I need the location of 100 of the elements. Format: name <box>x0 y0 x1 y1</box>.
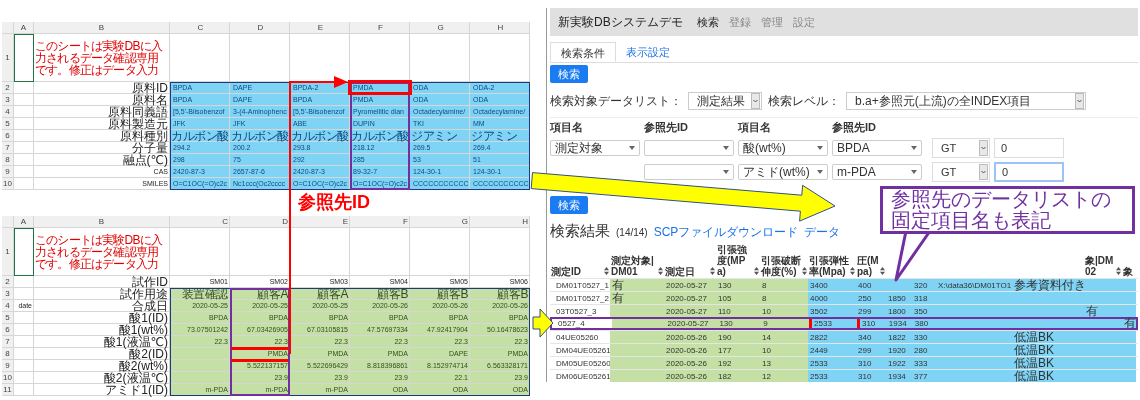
table-cell-text: 03T0527_3 <box>555 305 598 317</box>
corner-cell[interactable] <box>2 216 14 228</box>
row-number[interactable]: 4 <box>2 300 14 312</box>
sheet-cell <box>14 324 34 336</box>
sort-icon[interactable] <box>658 267 663 275</box>
dropdown[interactable]: GT <box>932 138 990 158</box>
column-header[interactable]: F <box>350 22 410 34</box>
row-number[interactable]: 6 <box>2 130 14 142</box>
column-header[interactable]: 象 <box>1123 266 1135 277</box>
sort-icon[interactable] <box>1116 267 1121 275</box>
column-header[interactable]: B <box>34 22 170 34</box>
table-row[interactable]: DM05UE05260 2020-05-26 192 13 2533 310 1922 333 低温BK <box>550 356 1138 369</box>
sheet-cell: 酸1(液温℃) <box>34 336 170 348</box>
value-field[interactable]: 0 <box>994 138 1064 158</box>
sort-icon[interactable] <box>604 267 609 275</box>
row-number[interactable]: 9 <box>2 166 14 178</box>
table-cell: 182 <box>716 370 760 382</box>
sort-icon[interactable] <box>850 267 855 275</box>
dropdown[interactable]: 測定結果 <box>688 92 762 110</box>
row-number[interactable]: 8 <box>2 154 14 166</box>
dropdown[interactable]: m-PDA <box>832 164 922 180</box>
column-header[interactable]: 引張強度(MPa) <box>717 244 753 277</box>
sheet-cell: 原料名 <box>34 94 170 106</box>
table-cell-text: DM06UE05261 <box>555 370 610 382</box>
column-header[interactable]: D <box>230 22 290 34</box>
row-number[interactable]: 2 <box>2 82 14 94</box>
sort-icon[interactable] <box>802 267 807 275</box>
row-number[interactable]: 10 <box>2 178 14 190</box>
table-row[interactable]: DM04UE05261 2020-05-26 177 10 2449 299 1920 280 低温BK <box>550 343 1138 356</box>
column-header[interactable]: H <box>470 216 530 228</box>
sheet-cell <box>14 82 34 94</box>
nav-link[interactable]: 検索 <box>696 14 719 30</box>
row-number[interactable]: 10 <box>2 372 14 384</box>
table-row[interactable]: DM06UE05261 2020-05-26 182 12 2533 310 1934 377 低温BK <box>550 369 1138 382</box>
dropdown[interactable]: 酸(wt%) <box>738 140 828 156</box>
column-header[interactable]: F <box>350 216 410 228</box>
row-number[interactable]: 5 <box>2 312 14 324</box>
sheet-cell: 融点(℃) <box>34 154 170 166</box>
sheet-cell <box>14 178 34 190</box>
column-header[interactable]: 象|DM02 <box>1085 255 1115 277</box>
table-cell: 310 <box>856 357 886 369</box>
column-header[interactable]: 引張破断伸度(%) <box>761 255 801 277</box>
column-header[interactable]: 測定対象|DM01 <box>611 255 657 277</box>
row-number[interactable]: 7 <box>2 336 14 348</box>
dropdown[interactable]: アミド(wt%) <box>738 164 828 180</box>
row-number[interactable]: 2 <box>2 276 14 288</box>
link[interactable]: データ <box>804 224 841 241</box>
table-cell: 8 <box>760 292 808 304</box>
sort-icon[interactable] <box>754 267 759 275</box>
sort-icon[interactable] <box>880 267 885 275</box>
filter-label: 検索対象データリスト： <box>550 92 682 110</box>
row-number[interactable]: 1 <box>2 228 14 276</box>
row-number[interactable]: 4 <box>2 106 14 118</box>
dropdown[interactable]: 測定対象 <box>550 140 640 156</box>
search-button[interactable]: 検索 <box>550 65 588 83</box>
column-header[interactable]: G <box>410 216 470 228</box>
table-cell: 有 <box>610 292 664 304</box>
column-header[interactable]: 圧(Mpa) <box>857 255 879 277</box>
row-number[interactable]: 9 <box>2 360 14 372</box>
row-number[interactable]: 5 <box>2 118 14 130</box>
row-number[interactable]: 8 <box>2 348 14 360</box>
table-row[interactable]: 04UE05260 2020-05-26 190 14 2822 340 1822 330 低温BK <box>550 330 1138 343</box>
column-header[interactable]: 測定日 <box>665 266 709 277</box>
sort-icon[interactable] <box>710 267 715 275</box>
corner-cell[interactable] <box>2 22 14 34</box>
tab[interactable]: 表示設定 <box>616 42 680 62</box>
column-header[interactable]: G <box>410 22 470 34</box>
column-header[interactable]: 測定ID <box>551 266 603 277</box>
dropdown[interactable]: BPDA <box>832 140 922 156</box>
value-field[interactable]: 0 <box>994 162 1064 182</box>
row-number[interactable]: 1 <box>2 34 14 82</box>
sheet-cell <box>410 34 470 82</box>
column-header[interactable]: C <box>170 216 230 228</box>
search-button[interactable]: 検索 <box>550 196 588 214</box>
tab[interactable]: 検索条件 <box>550 42 616 62</box>
row-number[interactable]: 3 <box>2 288 14 300</box>
column-header[interactable]: H <box>470 22 530 34</box>
brand-title[interactable]: 新実験DBシステムデモ <box>558 13 683 31</box>
column-header[interactable]: D <box>230 216 290 228</box>
row-number[interactable]: 3 <box>2 94 14 106</box>
dropdown[interactable]: GT <box>932 162 990 182</box>
link[interactable]: SCPファイルダウンロード <box>653 224 799 241</box>
table-row[interactable]: 0527_4 2020-05-27 130 9 2533 310 1934 380 有 <box>550 317 1138 330</box>
table-row[interactable]: DM01T0527_2 有 2020-05-27 105 8 4000 250 1850 318 <box>550 291 1138 304</box>
column-header: 項目名 <box>550 120 584 134</box>
column-header[interactable]: A <box>14 22 34 34</box>
column-header[interactable]: 引張弾性率(Mpa) <box>809 255 849 277</box>
column-header[interactable]: E <box>290 22 350 34</box>
dropdown[interactable]: b.a+参照元(上流)の全INDEX項目 <box>846 92 1086 110</box>
row-number[interactable]: 6 <box>2 324 14 336</box>
column-header: 参照先ID <box>644 120 689 134</box>
row-number[interactable]: 7 <box>2 142 14 154</box>
row-number[interactable]: 11 <box>2 384 14 396</box>
table-row[interactable]: 03T0527_3 2020-05-27 110 10 3502 299 1800 350 有 <box>550 304 1138 317</box>
column-header[interactable]: A <box>14 216 34 228</box>
column-header[interactable]: C <box>170 22 230 34</box>
sheet-cell <box>14 288 34 300</box>
column-header[interactable]: B <box>34 216 170 228</box>
table-row[interactable]: DM01T0527_1 有 2020-05-27 130 8 3400 400 320 X:\data36\DM01TO1 参考資料付き <box>550 278 1138 291</box>
column-header[interactable]: E <box>290 216 350 228</box>
